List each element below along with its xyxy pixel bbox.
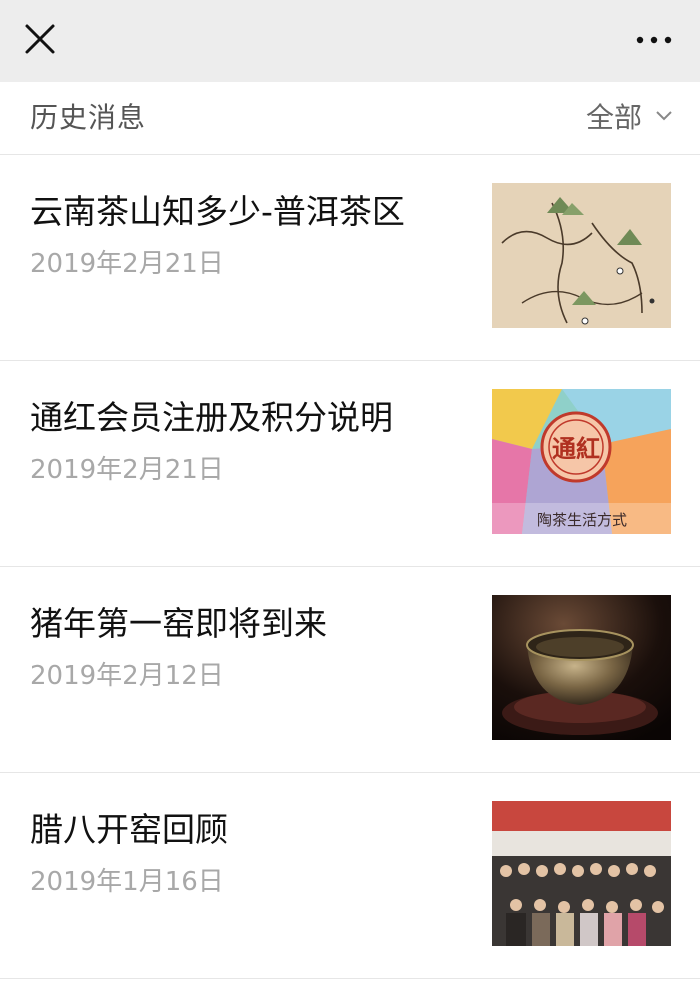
colorful-seal-logo: 通紅 陶茶生活方式 <box>492 389 671 534</box>
article-row[interactable]: 腊八开窑回顾 2019年1月16日 <box>0 773 700 979</box>
article-date: 2019年1月16日 <box>30 867 224 897</box>
article-thumbnail: 通紅 陶茶生活方式 <box>492 389 671 534</box>
article-date: 2019年2月21日 <box>30 249 224 279</box>
article-title: 腊八开窑回顾 <box>30 810 228 849</box>
article-thumbnail <box>492 801 671 946</box>
article-date: 2019年2月12日 <box>30 661 224 691</box>
article-thumbnail <box>492 595 671 740</box>
article-title: 云南茶山知多少-普洱茶区 <box>30 192 405 231</box>
article-date: 2019年2月21日 <box>30 455 224 485</box>
filter-dropdown[interactable]: 全部 <box>586 94 674 138</box>
svg-text:陶茶生活方式: 陶茶生活方式 <box>537 511 627 529</box>
article-list: 云南茶山知多少-普洱茶区 2019年2月21日 通红会员注册及积分说明 2019… <box>0 155 700 979</box>
article-row[interactable]: 猪年第一窑即将到来 2019年2月12日 <box>0 567 700 773</box>
close-icon <box>25 24 55 54</box>
chevron-down-icon <box>656 111 672 121</box>
article-row[interactable]: 云南茶山知多少-普洱茶区 2019年2月21日 <box>0 155 700 361</box>
article-title: 猪年第一窑即将到来 <box>30 604 327 643</box>
group-photo <box>492 801 671 946</box>
article-title: 通红会员注册及积分说明 <box>30 398 393 437</box>
section-title: 历史消息 <box>30 101 147 134</box>
filter-label: 全部 <box>585 101 642 134</box>
svg-text:通紅: 通紅 <box>552 435 600 463</box>
more-horizontal-icon <box>636 36 672 44</box>
tea-map-illustration <box>492 183 671 328</box>
ceramic-tea-cup-photo <box>492 595 671 740</box>
close-button[interactable] <box>18 17 62 61</box>
top-bar <box>0 0 700 82</box>
more-button[interactable] <box>630 20 678 60</box>
history-header: 历史消息 全部 <box>0 82 700 155</box>
article-thumbnail <box>492 183 671 328</box>
article-row[interactable]: 通红会员注册及积分说明 2019年2月21日 通紅 陶茶生活方式 <box>0 361 700 567</box>
